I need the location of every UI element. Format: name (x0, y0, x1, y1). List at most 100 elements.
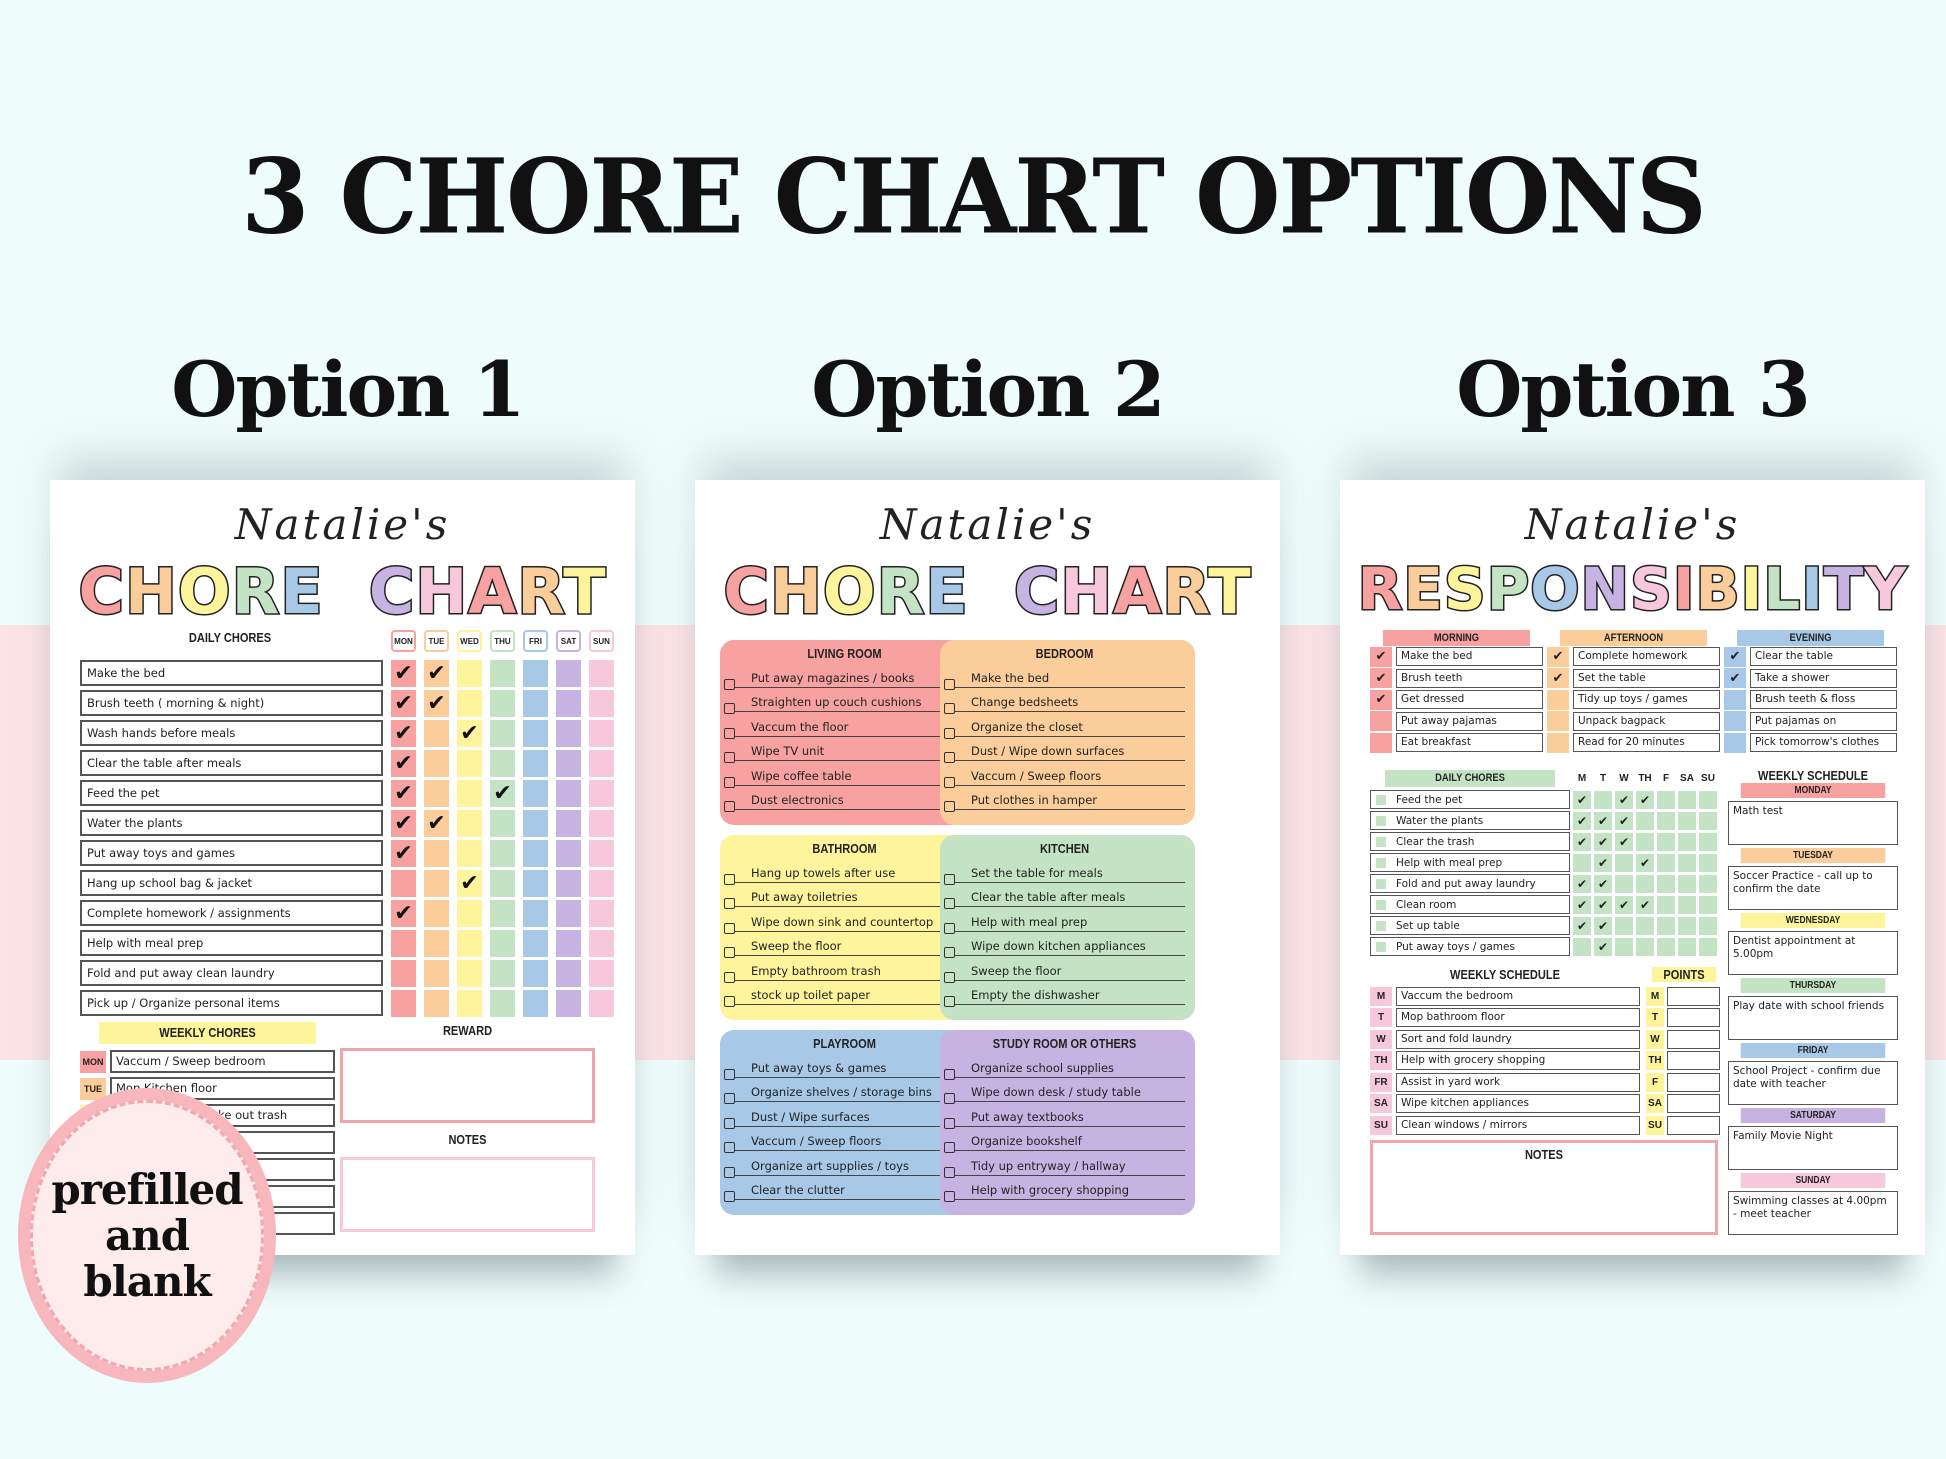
checkbox[interactable] (724, 898, 735, 909)
check-icon[interactable]: ✔ (1594, 811, 1612, 830)
check-cell[interactable] (1615, 937, 1633, 956)
checkbox[interactable] (944, 678, 955, 690)
checkbox[interactable] (944, 776, 955, 788)
points-input[interactable] (1667, 1072, 1720, 1092)
check-icon[interactable]: ✔ (1594, 937, 1612, 956)
checkbox[interactable] (944, 971, 955, 983)
check-cell[interactable] (1657, 790, 1675, 809)
checkbox[interactable] (944, 873, 955, 885)
points-input[interactable] (1667, 1029, 1720, 1049)
check-cell[interactable] (589, 929, 614, 957)
check-icon[interactable]: ✔ (1615, 832, 1633, 851)
checkbox[interactable] (724, 947, 735, 958)
check-cell[interactable] (523, 869, 548, 897)
checkbox[interactable] (944, 727, 955, 739)
checkbox[interactable] (1547, 732, 1569, 753)
points-input[interactable] (1667, 1115, 1720, 1135)
check-icon[interactable]: ✔ (1573, 874, 1591, 893)
check-cell[interactable] (490, 839, 515, 867)
check-cell[interactable] (1636, 832, 1654, 851)
schedule-note[interactable]: Soccer Practice - call up to confirm the… (1728, 866, 1898, 910)
check-cell[interactable] (1699, 895, 1717, 914)
checkbox[interactable] (944, 947, 955, 958)
checkbox[interactable] (1370, 732, 1392, 753)
check-cell[interactable] (589, 719, 614, 747)
check-cell[interactable] (1657, 811, 1675, 830)
check-cell[interactable] (1699, 916, 1717, 935)
check-icon[interactable]: ✔ (1615, 790, 1633, 809)
check-cell[interactable] (556, 809, 581, 837)
check-cell[interactable] (589, 779, 614, 807)
check-icon[interactable]: ✔ (391, 839, 416, 867)
check-cell[interactable] (424, 719, 449, 747)
check-cell[interactable] (556, 899, 581, 927)
points-input[interactable] (1667, 986, 1720, 1006)
check-cell[interactable] (523, 719, 548, 747)
check-cell[interactable] (556, 869, 581, 897)
check-cell[interactable] (457, 989, 482, 1017)
check-cell[interactable] (1699, 832, 1717, 851)
schedule-note[interactable]: Dentist appointment at 5.00pm (1728, 931, 1898, 975)
check-cell[interactable] (523, 839, 548, 867)
check-cell[interactable] (457, 659, 482, 687)
check-cell[interactable] (424, 899, 449, 927)
check-cell[interactable] (391, 929, 416, 957)
checkbox[interactable] (724, 873, 735, 885)
check-cell[interactable] (1699, 853, 1717, 872)
check-icon[interactable]: ✔ (391, 689, 416, 717)
check-cell[interactable] (523, 689, 548, 717)
check-cell[interactable] (391, 959, 416, 987)
notes-box[interactable] (340, 1157, 595, 1232)
checkbox[interactable] (724, 1142, 735, 1153)
check-icon[interactable]: ✔ (1573, 832, 1591, 851)
check-cell[interactable] (490, 809, 515, 837)
check-cell[interactable] (556, 929, 581, 957)
schedule-note[interactable]: Swimming classes at 4.00pm - meet teache… (1728, 1191, 1898, 1235)
checkbox[interactable] (724, 996, 735, 1007)
check-cell[interactable] (1657, 937, 1675, 956)
check-cell[interactable] (556, 719, 581, 747)
check-icon[interactable]: ✔ (1573, 916, 1591, 935)
check-icon[interactable]: ✔ (424, 689, 449, 717)
check-icon[interactable]: ✔ (391, 719, 416, 747)
check-cell[interactable] (556, 779, 581, 807)
check-icon[interactable]: ✔ (1615, 811, 1633, 830)
check-icon[interactable]: ✔ (1724, 646, 1746, 667)
checkbox[interactable] (724, 678, 735, 690)
check-cell[interactable] (556, 749, 581, 777)
check-cell[interactable] (1636, 874, 1654, 893)
checkbox[interactable] (944, 996, 955, 1007)
checkbox[interactable] (944, 922, 955, 934)
check-cell[interactable] (1615, 874, 1633, 893)
checkbox[interactable] (1376, 815, 1386, 826)
check-icon[interactable]: ✔ (1636, 895, 1654, 914)
checkbox[interactable] (944, 1068, 955, 1080)
checkbox[interactable] (724, 1166, 735, 1178)
check-cell[interactable] (490, 989, 515, 1017)
checkbox[interactable] (1376, 878, 1386, 889)
check-cell[interactable] (1657, 874, 1675, 893)
check-icon[interactable]: ✔ (1573, 895, 1591, 914)
check-cell[interactable] (490, 959, 515, 987)
checkbox[interactable] (944, 1142, 955, 1153)
checkbox[interactable] (724, 727, 735, 739)
checkbox[interactable] (724, 776, 735, 788)
check-cell[interactable] (589, 809, 614, 837)
check-icon[interactable]: ✔ (1636, 853, 1654, 872)
check-cell[interactable] (1678, 790, 1696, 809)
check-cell[interactable] (457, 839, 482, 867)
schedule-note[interactable]: Family Movie Night (1728, 1126, 1898, 1170)
check-cell[interactable] (1699, 874, 1717, 893)
check-cell[interactable] (1678, 937, 1696, 956)
check-cell[interactable] (589, 989, 614, 1017)
check-icon[interactable]: ✔ (424, 809, 449, 837)
check-cell[interactable] (457, 899, 482, 927)
checkbox[interactable] (1724, 732, 1746, 753)
check-cell[interactable] (424, 959, 449, 987)
checkbox[interactable] (944, 1093, 955, 1104)
checkbox[interactable] (724, 703, 735, 714)
check-icon[interactable]: ✔ (1594, 832, 1612, 851)
check-cell[interactable] (1657, 916, 1675, 935)
check-cell[interactable] (457, 809, 482, 837)
check-icon[interactable]: ✔ (1573, 811, 1591, 830)
